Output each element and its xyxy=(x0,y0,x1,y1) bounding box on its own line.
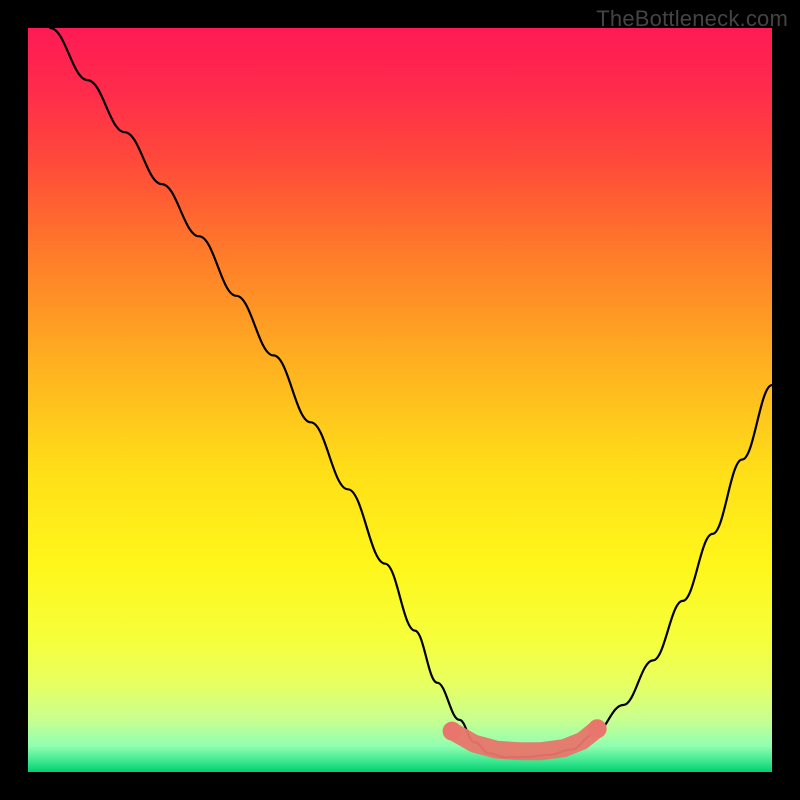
gradient-background xyxy=(28,28,772,772)
plot-frame xyxy=(28,28,772,772)
optimal-range-end-dot xyxy=(588,719,607,738)
bottleneck-chart xyxy=(28,28,772,772)
watermark-text: TheBottleneck.com xyxy=(596,6,788,32)
optimal-range-end-dot xyxy=(443,722,462,741)
plot-area xyxy=(28,28,772,772)
